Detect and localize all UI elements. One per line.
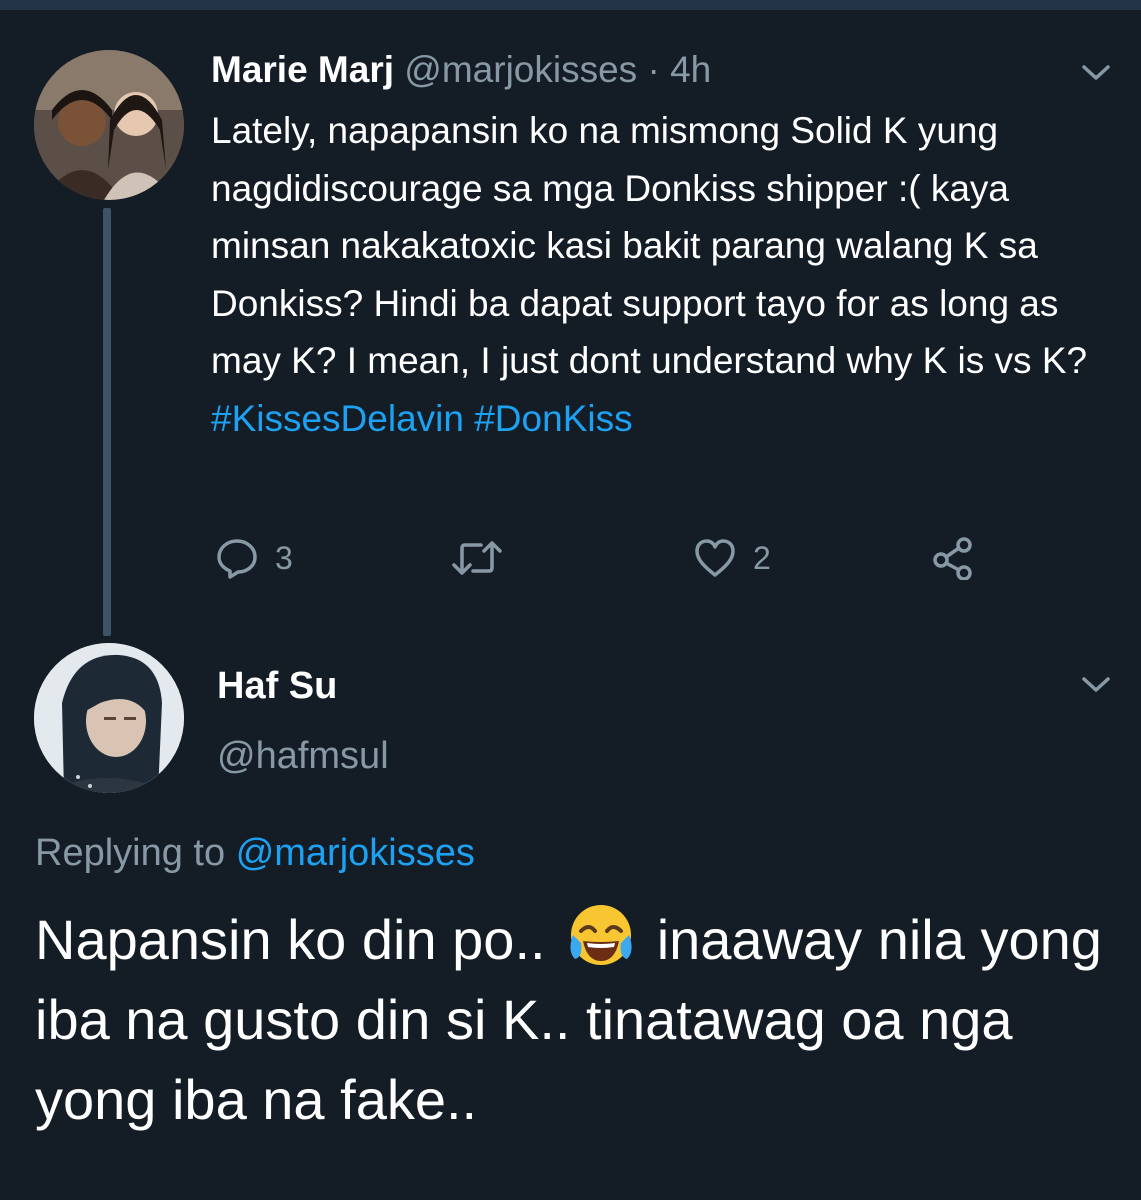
share-icon	[933, 537, 972, 580]
parent-tweet-text: Lately, napapansin ko na mismong Solid K…	[211, 102, 1116, 447]
avatar-marie-marj[interactable]	[34, 50, 184, 200]
replying-to-label: Replying to	[35, 832, 226, 874]
reply-author-name[interactable]: Haf Su	[217, 662, 337, 710]
parent-tweet-body: Lately, napapansin ko na mismong Solid K…	[211, 110, 1088, 381]
reply-icon	[217, 539, 257, 579]
tweet-thread-screen: Marie Marj @marjokisses · 4h Lately, nap…	[0, 0, 1141, 1200]
retweet-icon	[452, 541, 502, 575]
hashtag-link[interactable]: #DonKiss	[474, 398, 632, 439]
reply-tweet-text: Napansin ko din po.. inaaway nila yong i…	[35, 900, 1125, 1140]
tears-of-joy-emoji-icon	[565, 901, 637, 973]
hashtag-link[interactable]: #KissesDelavin	[211, 398, 464, 439]
share-button[interactable]	[931, 530, 975, 586]
parent-timestamp[interactable]: 4h	[670, 49, 711, 90]
chevron-down-icon[interactable]	[1080, 62, 1112, 84]
reply-count: 3	[275, 539, 293, 576]
meta-separator: ·	[647, 49, 660, 90]
retweet-button[interactable]	[451, 530, 503, 586]
like-count: 2	[753, 539, 771, 576]
chevron-down-icon[interactable]	[1080, 674, 1112, 696]
reply-body-part1: Napansin ko din po..	[35, 908, 546, 971]
avatar-haf-su[interactable]	[34, 643, 184, 793]
top-divider	[0, 0, 1141, 10]
heart-icon	[695, 539, 735, 577]
replying-to-mention[interactable]: @marjokisses	[236, 832, 475, 874]
tweet-action-bar: 3 2	[211, 530, 1011, 586]
reply-author-handle[interactable]: @hafmsul	[217, 732, 389, 780]
thread-connector-line	[103, 208, 111, 636]
parent-author-name[interactable]: Marie Marj	[211, 49, 394, 90]
parent-tweet-header: Marie Marj @marjokisses · 4h	[211, 46, 711, 94]
replying-to-line: Replying to @marjokisses	[35, 828, 475, 878]
like-button[interactable]: 2	[693, 530, 771, 586]
parent-author-handle[interactable]: @marjokisses	[404, 49, 637, 90]
reply-button[interactable]: 3	[215, 530, 293, 586]
